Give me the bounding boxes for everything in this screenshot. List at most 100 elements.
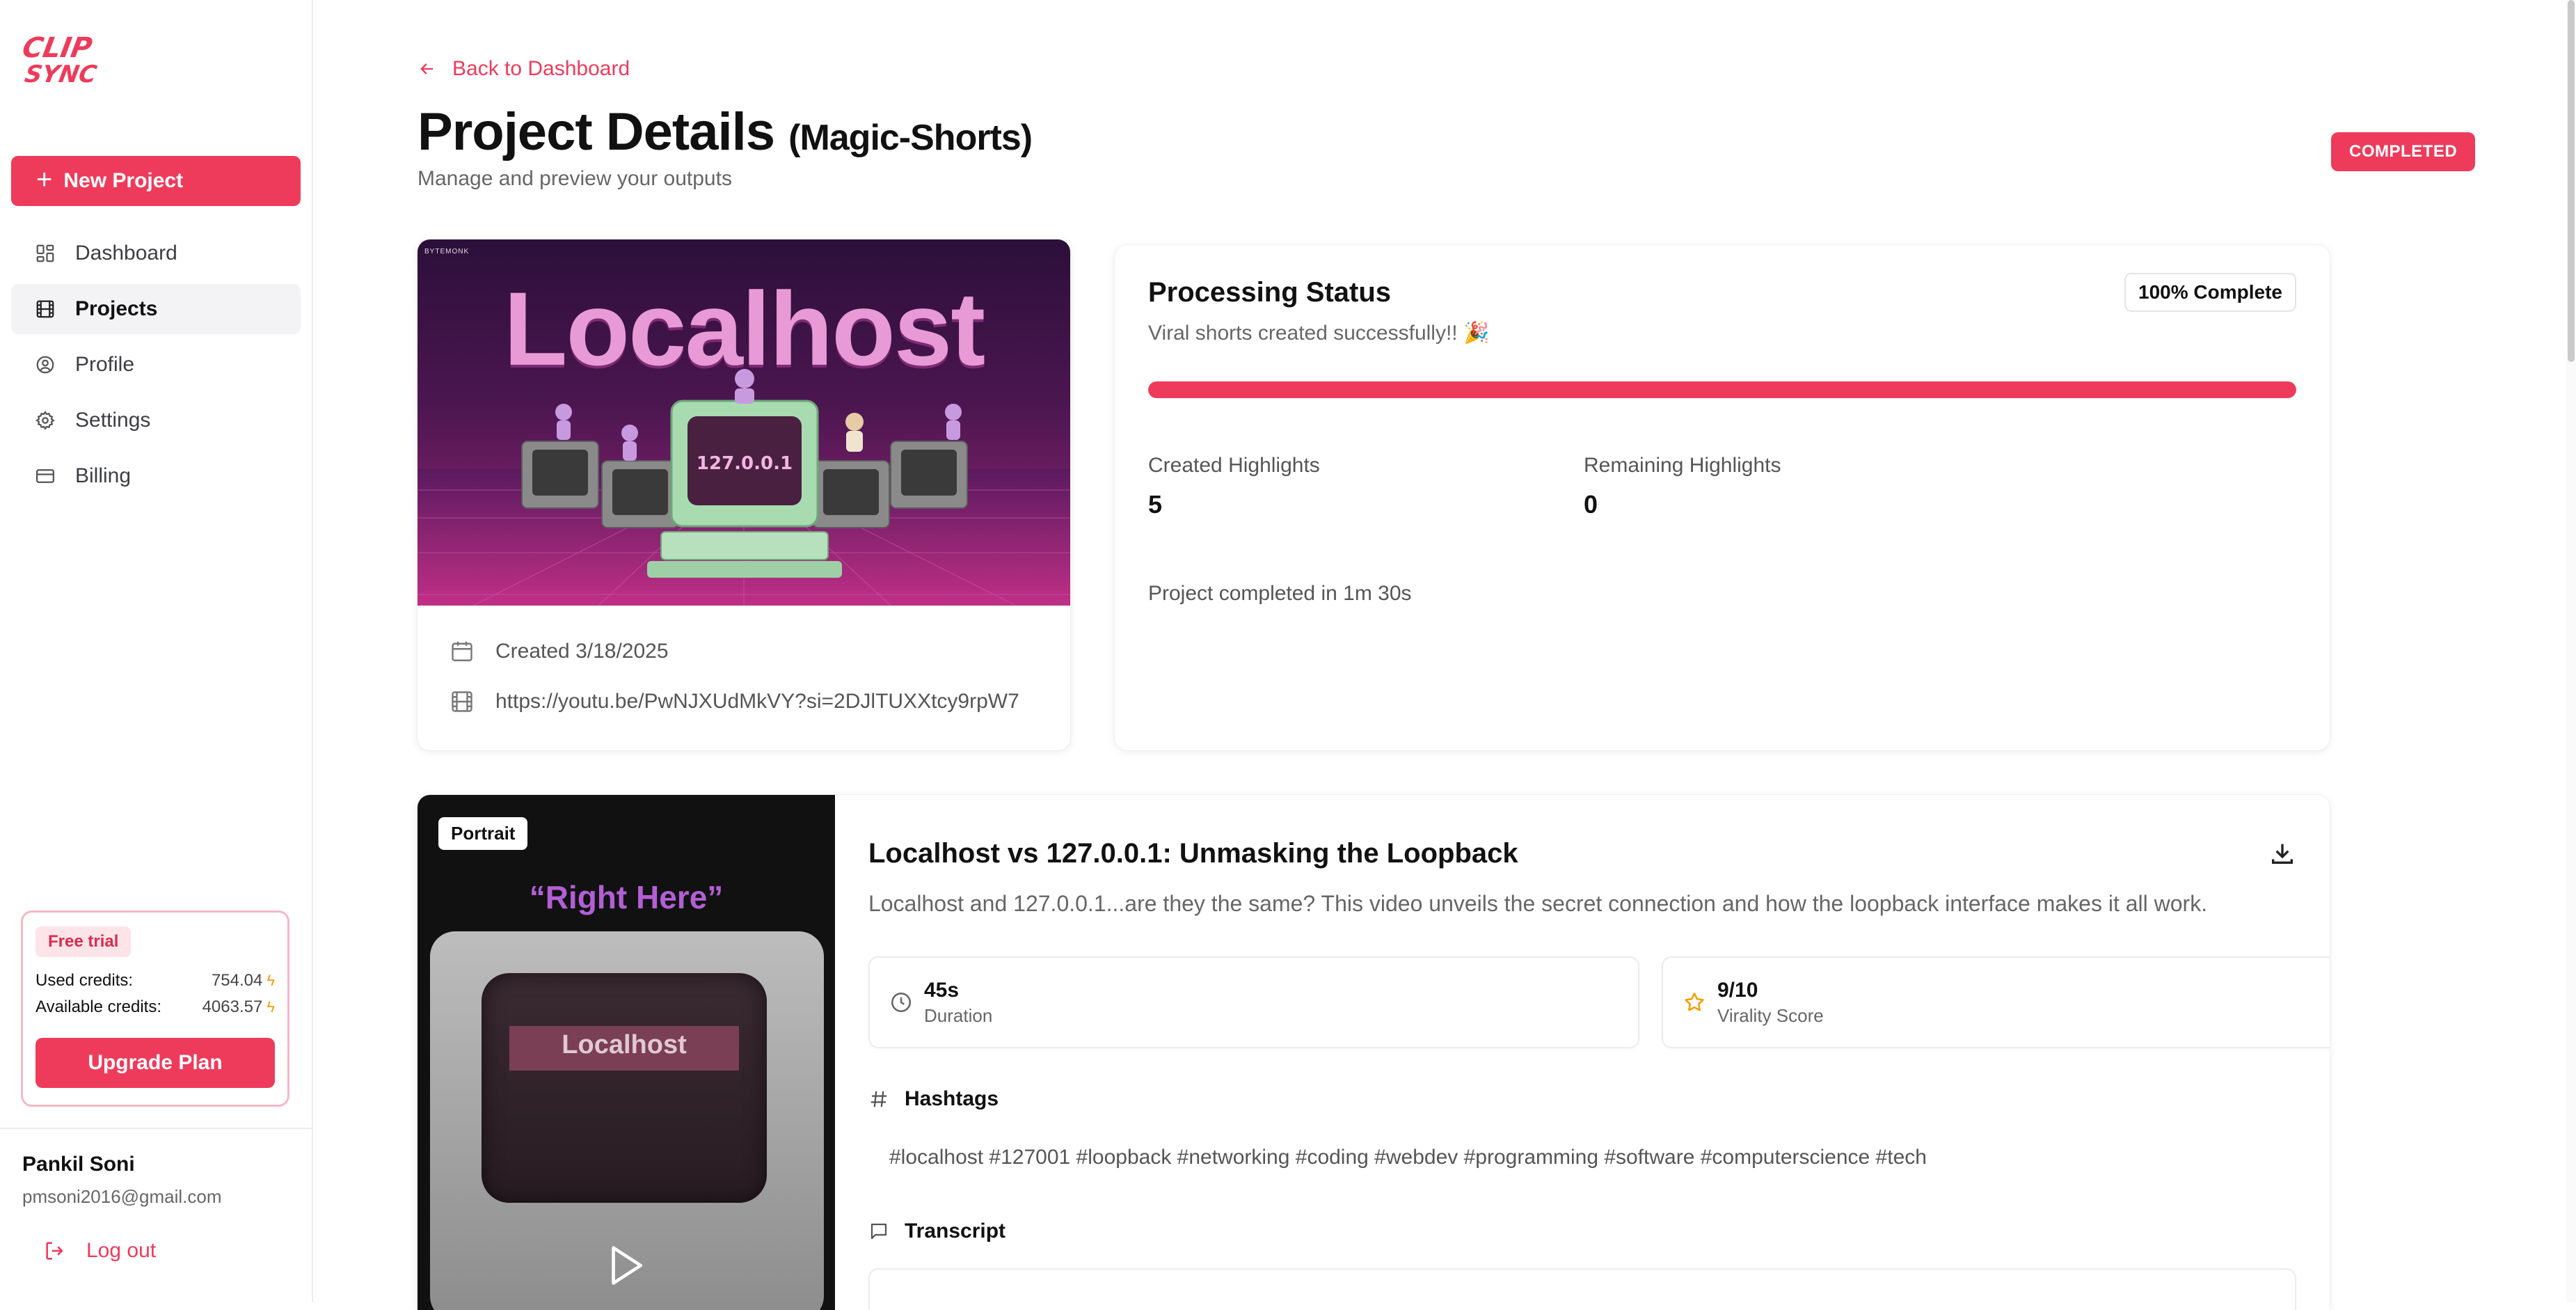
portrait-badge: Portrait — [438, 817, 528, 850]
svg-text:CLIP: CLIP — [22, 35, 95, 64]
sidebar-item-profile[interactable]: Profile — [11, 340, 301, 390]
page-title: Project Details (Magic-Shorts) — [418, 102, 1033, 162]
star-icon — [1685, 992, 1704, 1011]
plus-icon: + — [36, 164, 53, 195]
free-trial-badge: Free trial — [35, 926, 132, 957]
duration-label: Duration — [924, 1004, 993, 1026]
duration-box: 45s Duration — [868, 956, 1639, 1048]
user-email: pmsoni2016@gmail.com — [22, 1186, 222, 1207]
highlight-card: Portrait “Right Here” Localhost Localhos… — [418, 795, 2330, 1310]
bolt-icon: ϟ — [267, 998, 275, 1016]
user-name: Pankil Soni — [22, 1153, 135, 1176]
logout-label: Log out — [86, 1239, 157, 1262]
transcript-box[interactable] — [868, 1268, 2296, 1310]
processing-status-card: Processing Status Viral shorts created s… — [1115, 245, 2330, 750]
sidebar-item-label: Settings — [75, 409, 151, 432]
hashtags-label: Hashtags — [905, 1087, 999, 1110]
virality-value: 9/10 — [1717, 978, 1758, 1002]
hash-icon — [870, 1091, 887, 1107]
page-title-main: Project Details — [418, 102, 775, 161]
sidebar-item-label: Profile — [75, 353, 135, 376]
thumbnail-title: Localhost — [503, 270, 985, 387]
sidebar-item-label: Projects — [75, 297, 158, 320]
scrollbar-thumb[interactable] — [2568, 0, 2575, 362]
created-date: Created 3/18/2025 — [495, 640, 669, 663]
credit-card-icon — [36, 469, 54, 483]
highlight-description: Localhost and 127.0.0.1...are they the s… — [868, 891, 2208, 916]
remaining-highlights-stat: Remaining Highlights 0 — [1584, 454, 1781, 519]
hashtags-text: #localhost #127001 #loopback #networking… — [889, 1146, 1927, 1169]
remaining-highlights-value: 0 — [1584, 490, 1598, 519]
play-icon[interactable] — [607, 1245, 646, 1286]
transcript-label: Transcript — [905, 1220, 1006, 1242]
duration-value: 45s — [924, 978, 960, 1002]
created-date-row: Created 3/18/2025 — [450, 639, 669, 664]
available-credits-label: Available credits: — [35, 997, 161, 1016]
source-url-row: https://youtu.be/PwNJXUdMkVY?si=2DJlTUXX… — [450, 689, 1019, 714]
processing-subtitle: Viral shorts created successfully!! 🎉 — [1148, 322, 1490, 345]
sidebar-item-settings[interactable]: Settings — [11, 395, 301, 445]
new-project-label: New Project — [63, 169, 184, 192]
virality-box: 9/10 Virality Score — [1662, 956, 2330, 1048]
free-trial-panel: Free trial Used credits: 754.04 ϟ Availab… — [21, 910, 289, 1107]
progress-bar-fill — [1148, 381, 2296, 398]
svg-text:SYNC: SYNC — [22, 61, 98, 88]
project-thumbnail-card: 127.0.0.1 BYTEMONK Localhost Created 3/1… — [418, 239, 1070, 750]
clock-icon — [891, 992, 912, 1013]
message-icon — [870, 1223, 887, 1240]
used-credits-row: Used credits: 754.04 ϟ — [35, 971, 275, 991]
video-screen: Localhost — [482, 973, 767, 1203]
sidebar-item-billing[interactable]: Billing — [11, 451, 301, 501]
bolt-icon: ϟ — [267, 972, 275, 989]
new-project-button[interactable]: + New Project — [11, 156, 301, 206]
sidebar-item-projects[interactable]: Projects — [11, 284, 301, 334]
film-icon — [36, 300, 54, 318]
clipsync-logo[interactable]: CLIP SYNC — [20, 31, 113, 88]
arrow-left-icon — [420, 63, 434, 74]
transcript-heading: Transcript — [868, 1220, 1005, 1243]
source-url[interactable]: https://youtu.be/PwNJXUdMkVY?si=2DJlTUXX… — [495, 690, 1019, 713]
created-highlights-value: 5 — [1148, 490, 1163, 519]
remaining-highlights-label: Remaining Highlights — [1584, 454, 1781, 477]
project-thumbnail[interactable]: 127.0.0.1 BYTEMONK Localhost — [418, 239, 1070, 606]
dashboard-icon — [36, 244, 54, 262]
available-credits-value: 4063.57 — [202, 997, 263, 1016]
thumbnail-brand: BYTEMONK — [424, 248, 470, 255]
logout-button[interactable]: Log out — [43, 1239, 156, 1263]
sidebar-item-label: Dashboard — [75, 242, 177, 265]
download-icon[interactable] — [2268, 839, 2296, 867]
upgrade-plan-button[interactable]: Upgrade Plan — [35, 1038, 275, 1088]
highlight-title: Localhost vs 127.0.0.1: Unmasking the Lo… — [868, 838, 1518, 869]
available-credits-row: Available credits: 4063.57 ϟ — [35, 997, 275, 1017]
virality-label: Virality Score — [1717, 1004, 1824, 1026]
back-label: Back to Dashboard — [452, 57, 630, 80]
video-quote-text: “Right Here” — [529, 879, 724, 915]
created-highlights-stat: Created Highlights 5 — [1148, 454, 1320, 519]
page-subtitle: Manage and preview your outputs — [418, 167, 732, 190]
sidebar-nav: Dashboard Projects Profile Settings Bill… — [11, 228, 301, 507]
created-highlights-label: Created Highlights — [1148, 454, 1320, 477]
hashtags-heading: Hashtags — [868, 1087, 999, 1111]
page-title-sub: (Magic-Shorts) — [788, 118, 1033, 158]
divider — [0, 1128, 313, 1129]
video-screen-label: Localhost — [562, 1030, 687, 1059]
status-badge: COMPLETED — [2331, 132, 2476, 171]
video-preview[interactable]: Portrait “Right Here” Localhost — [418, 795, 835, 1310]
progress-bar — [1148, 381, 2296, 398]
main-content: Back to Dashboard Project Details (Magic… — [313, 0, 2576, 1310]
logout-icon — [46, 1242, 63, 1260]
completion-time: Project completed in 1m 30s — [1148, 582, 1412, 605]
used-credits-label: Used credits: — [35, 971, 134, 990]
sidebar: CLIP SYNC + New Project Dashboard Projec… — [0, 0, 313, 1302]
back-to-dashboard-link[interactable]: Back to Dashboard — [418, 57, 630, 81]
user-circle-icon — [36, 356, 54, 374]
complete-percentage-badge: 100% Complete — [2124, 273, 2296, 312]
film-icon — [452, 691, 472, 712]
used-credits-value: 754.04 — [211, 971, 263, 990]
thumbnail-ip-text: 127.0.0.1 — [697, 453, 793, 474]
calendar-icon — [452, 641, 472, 661]
sidebar-item-dashboard[interactable]: Dashboard — [11, 228, 301, 278]
page-scrollbar[interactable] — [2566, 0, 2576, 1302]
sidebar-item-label: Billing — [75, 464, 132, 487]
gear-icon — [35, 411, 55, 430]
